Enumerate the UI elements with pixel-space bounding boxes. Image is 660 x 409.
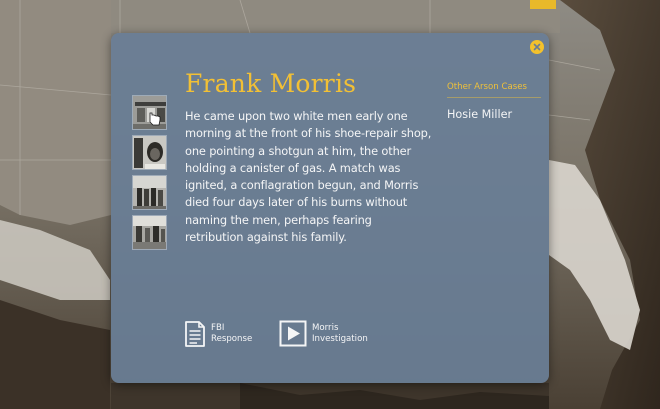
play-icon (279, 320, 307, 347)
other-cases-header: Other Arson Cases (447, 82, 541, 98)
thumbnail-portrait[interactable] (132, 135, 167, 170)
thumbnail-group[interactable] (132, 175, 167, 210)
case-link-hosie-miller[interactable]: Hosie Miller (447, 108, 512, 121)
top-accent-tab (530, 0, 556, 9)
thumbnail-storefront[interactable] (132, 95, 167, 130)
investigation-label-line1: Morris (312, 322, 339, 333)
fbi-label-line1: FBI (211, 323, 225, 333)
investigation-video-button[interactable]: Morris Investigation (279, 320, 368, 347)
photo-portrait-icon (133, 136, 166, 169)
investigation-label-line2: Investigation (312, 333, 368, 344)
thumbnail-street[interactable] (132, 215, 167, 250)
photo-storefront-icon (133, 96, 166, 129)
case-panel: Frank Morris He came upon two white men … (111, 33, 549, 383)
case-title: Frank Morris (185, 69, 357, 98)
fbi-label-line2: Response (211, 334, 253, 344)
close-button[interactable] (530, 40, 544, 54)
photo-thumbnails (132, 95, 167, 255)
fbi-response-button[interactable]: FBI Response (184, 320, 252, 348)
photo-group-icon (133, 176, 166, 209)
document-icon (185, 321, 205, 347)
photo-street-icon (133, 216, 166, 249)
close-icon (533, 43, 541, 51)
case-story: He came upon two white men early one mor… (185, 109, 432, 245)
